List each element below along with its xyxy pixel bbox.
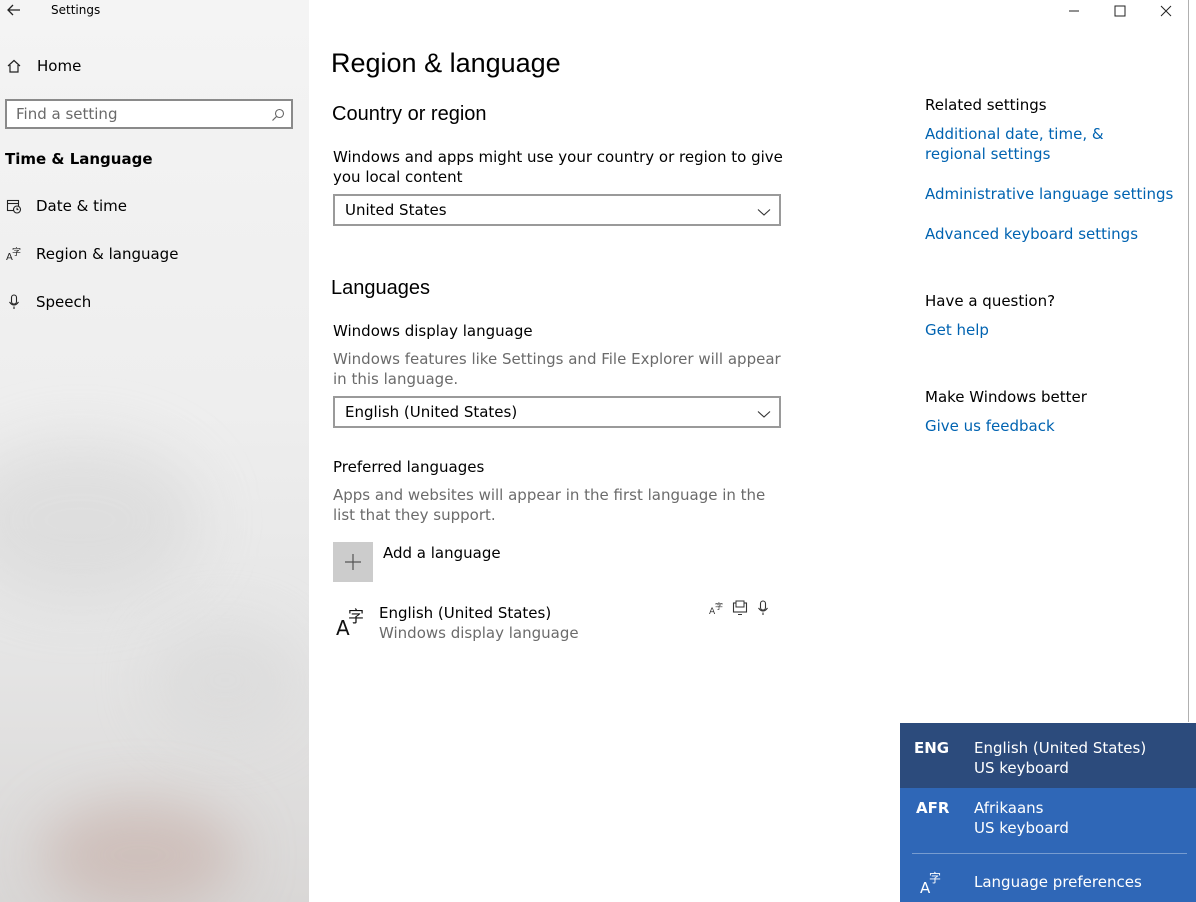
chevron-down-icon (757, 204, 771, 222)
sidebar-item-label: Date & time (36, 197, 127, 215)
display-language-label: Windows display language (333, 322, 533, 340)
flyout-item-name: English (United States) (974, 739, 1147, 757)
add-language-label[interactable]: Add a language (383, 543, 501, 563)
country-heading: Country or region (332, 103, 487, 125)
home-icon (0, 58, 28, 74)
sidebar: Settings Home Time & Language Date & tim… (0, 0, 309, 902)
sidebar-item-label: Home (37, 57, 82, 75)
language-icon: A字 (336, 604, 368, 640)
add-language-button[interactable] (333, 542, 373, 582)
language-subtitle: Windows display language (379, 624, 579, 642)
svg-text:字: 字 (715, 601, 723, 611)
flyout-item-name: Afrikaans (974, 799, 1044, 817)
microphone-icon (0, 294, 28, 310)
additional-regional-settings-link[interactable]: Additional date, time, & regional settin… (925, 124, 1165, 164)
display-language-icon (732, 600, 750, 618)
country-dropdown[interactable]: United States (333, 194, 781, 226)
sidebar-item-label: Region & language (36, 245, 179, 263)
window-edge (1188, 0, 1196, 722)
flyout-item-code: ENG (914, 739, 950, 757)
sidebar-item-label: Speech (36, 293, 92, 311)
flyout-item-keyboard: US keyboard (974, 819, 1069, 837)
close-icon (1160, 5, 1172, 17)
back-arrow-icon (7, 4, 20, 16)
svg-text:字: 字 (929, 870, 941, 885)
preferred-languages-description: Apps and websites will appear in the fir… (333, 486, 766, 524)
preferred-languages-label: Preferred languages (333, 458, 485, 476)
minimize-button[interactable] (1051, 0, 1097, 22)
app-title: Settings (51, 3, 101, 17)
input-language-flyout: ENG English (United States) US keyboard … (900, 723, 1196, 902)
question-heading: Have a question? (925, 292, 1056, 310)
language-icon: A字 (0, 246, 28, 262)
sidebar-item-date-time[interactable]: Date & time (0, 188, 309, 224)
svg-text:字: 字 (348, 607, 364, 626)
country-description: Windows and apps might use your country … (333, 148, 783, 186)
speech-icon (755, 600, 773, 618)
flyout-item-keyboard: US keyboard (974, 759, 1069, 777)
give-feedback-link[interactable]: Give us feedback (925, 416, 1055, 436)
language-pack-icon: A字 (709, 600, 727, 618)
language-name: English (United States) (379, 604, 552, 622)
advanced-keyboard-settings-link[interactable]: Advanced keyboard settings (925, 224, 1138, 244)
flyout-item-english[interactable]: ENG English (United States) US keyboard (900, 723, 1196, 788)
search-input[interactable] (7, 101, 257, 127)
get-help-link[interactable]: Get help (925, 320, 989, 340)
svg-text:字: 字 (12, 246, 21, 258)
page-title: Region & language (331, 48, 561, 78)
section-title: Time & Language (5, 150, 153, 168)
flyout-divider (912, 853, 1187, 854)
make-windows-better-heading: Make Windows better (925, 388, 1087, 406)
languages-heading: Languages (331, 277, 430, 299)
flyout-item-code: AFR (916, 799, 950, 817)
maximize-button[interactable] (1097, 0, 1143, 22)
display-language-description: Windows features like Settings and File … (333, 350, 781, 388)
country-selected-value: United States (345, 201, 447, 219)
sidebar-item-speech[interactable]: Speech (0, 284, 309, 320)
display-language-selected-value: English (United States) (345, 403, 518, 421)
related-settings-heading: Related settings (925, 96, 1047, 114)
search-box[interactable] (5, 99, 293, 129)
close-button[interactable] (1143, 0, 1189, 22)
administrative-language-settings-link[interactable]: Administrative language settings (925, 184, 1173, 204)
search-icon[interactable] (271, 107, 285, 126)
minimize-icon (1069, 10, 1079, 12)
language-preferences-label: Language preferences (974, 873, 1142, 891)
sidebar-item-region-language[interactable]: A字 Region & language (0, 236, 309, 272)
language-icon: A字 (920, 869, 944, 899)
sidebar-item-home[interactable]: Home (0, 48, 309, 84)
chevron-down-icon (757, 406, 771, 424)
maximize-icon (1114, 5, 1126, 17)
calendar-clock-icon (0, 198, 28, 214)
plus-icon (345, 554, 361, 570)
back-button[interactable] (4, 0, 24, 20)
display-language-dropdown[interactable]: English (United States) (333, 396, 781, 428)
